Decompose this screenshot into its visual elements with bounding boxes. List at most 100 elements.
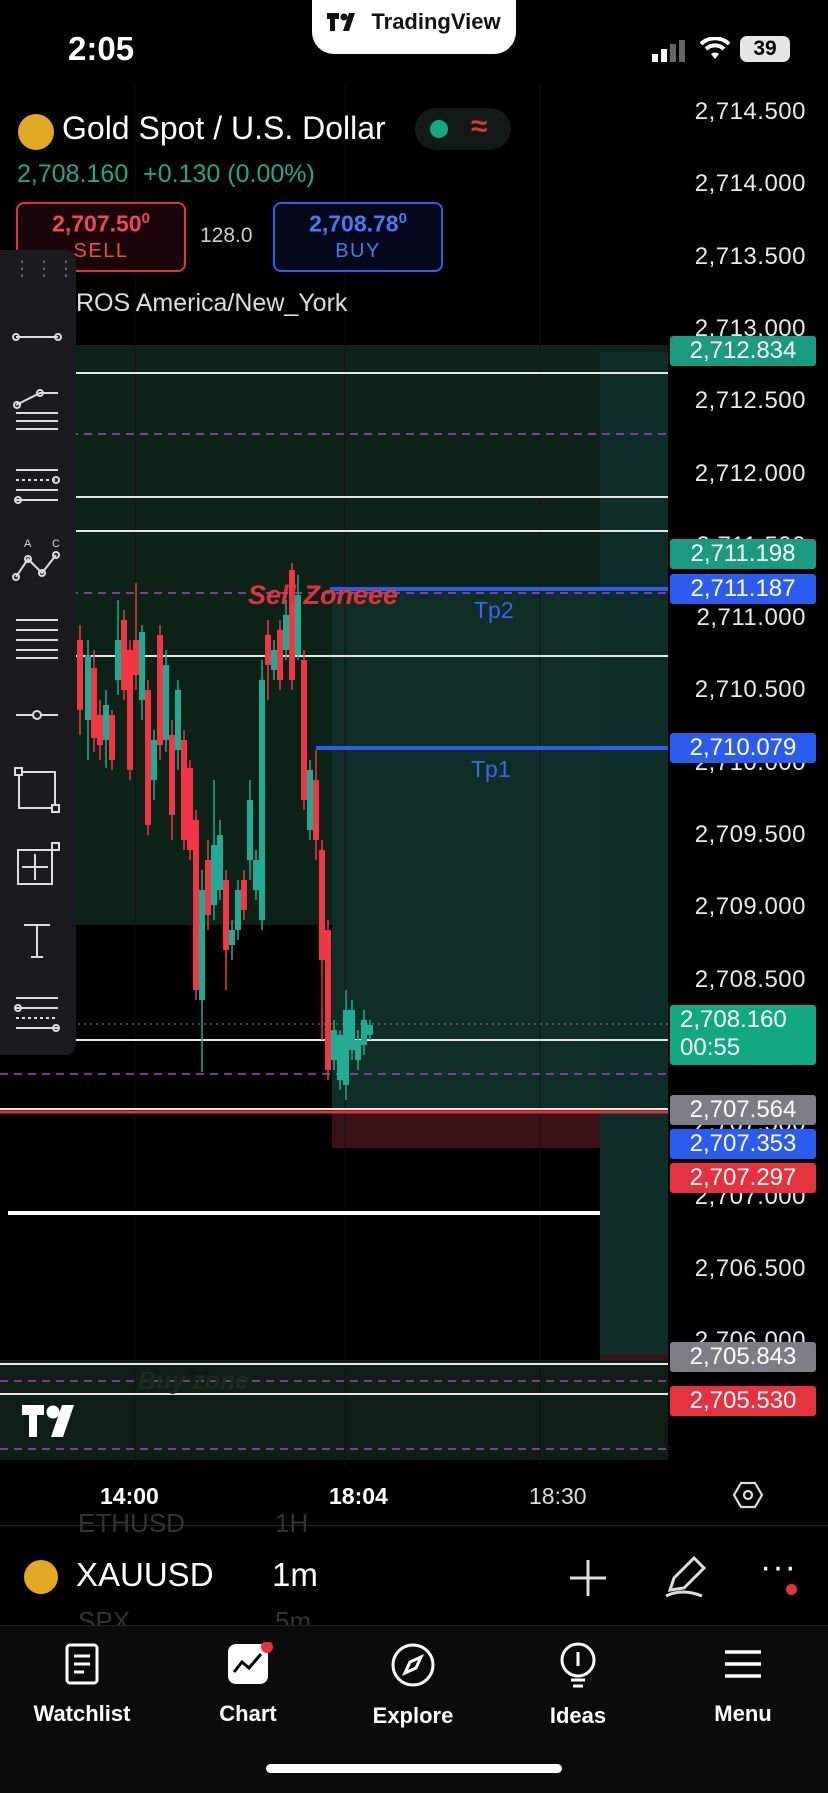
candle-body bbox=[175, 690, 181, 750]
price-tag-value: 2,707.564 bbox=[689, 1096, 797, 1123]
candle-body bbox=[157, 635, 163, 745]
candle-body bbox=[145, 690, 151, 825]
price-axis-label: 2,709.500 bbox=[694, 821, 806, 848]
candle-body bbox=[103, 705, 109, 740]
market-open-dot-icon bbox=[430, 120, 448, 138]
price-tag-value: 2,711.187 bbox=[690, 575, 796, 602]
nav-ideas[interactable]: Ideas bbox=[508, 1642, 648, 1729]
wave-icon: ≈ bbox=[471, 110, 488, 143]
candle-body bbox=[283, 615, 289, 650]
session-info: ROS America/New_York bbox=[76, 289, 348, 317]
price-change-line: 2,708.160 +0.130 (0.00%) bbox=[17, 160, 315, 189]
price-tag: 2,707.297 bbox=[670, 1163, 816, 1193]
buy-price-sup: 0 bbox=[398, 210, 407, 227]
fib-timezone-tool-icon[interactable] bbox=[12, 990, 62, 1040]
toolbar-drag-handle-icon[interactable]: ⋮⋮⋮ bbox=[12, 256, 76, 286]
price-axis-label: 2,711.000 bbox=[696, 604, 806, 632]
drawing-pen-icon[interactable] bbox=[662, 1554, 708, 1600]
fib-retracement-tool-icon[interactable] bbox=[12, 460, 62, 510]
interval-selector[interactable]: 1m bbox=[272, 1556, 318, 1594]
time-label: 18:04 bbox=[329, 1483, 388, 1509]
candle-body bbox=[223, 880, 229, 950]
candle-body bbox=[301, 660, 307, 800]
candle-body bbox=[169, 735, 175, 815]
ghost-interval-above: 1H bbox=[275, 1508, 309, 1538]
symbol-title[interactable]: Gold Spot / U.S. Dollar bbox=[62, 110, 386, 147]
price-axis-label: 2,709.000 bbox=[694, 893, 806, 921]
spread-value: 128.0 bbox=[200, 224, 253, 247]
candle-body bbox=[331, 1030, 337, 1060]
price-tag: 2,711.187 bbox=[670, 574, 816, 604]
candle-body bbox=[217, 835, 223, 890]
nav-label: Explore bbox=[372, 1703, 454, 1728]
candle-body bbox=[229, 930, 235, 945]
price-tag-value: 2,710.079 bbox=[689, 734, 797, 761]
price-axis-label: 2,712.000 bbox=[694, 459, 806, 487]
sell-price: 2,707.50 bbox=[52, 210, 142, 237]
text-tool-icon[interactable] bbox=[12, 915, 62, 965]
candle-body bbox=[97, 715, 103, 745]
price-tag: 2,707.564 bbox=[670, 1095, 816, 1125]
nav-label: Watchlist bbox=[33, 1701, 131, 1726]
buy-button[interactable]: 2,708.780 BUY bbox=[273, 202, 443, 272]
candle-body bbox=[235, 890, 241, 930]
candle-body bbox=[91, 668, 97, 738]
nav-chart[interactable]: Chart bbox=[178, 1641, 318, 1727]
svg-text:C: C bbox=[52, 538, 60, 550]
candle-body bbox=[193, 820, 199, 990]
lightbulb-icon bbox=[560, 1642, 596, 1688]
candle-body bbox=[139, 632, 145, 700]
symbol-selector[interactable]: XAUUSD bbox=[76, 1556, 214, 1594]
trendline-tool-icon[interactable] bbox=[12, 312, 62, 362]
price-tag: 2,712.834 bbox=[670, 336, 816, 366]
price-tag: 2,711.198 bbox=[670, 539, 816, 569]
fib-fan-tool-icon[interactable] bbox=[12, 385, 62, 435]
sell-price-sup: 0 bbox=[141, 210, 150, 227]
horizontal-ray-tool-icon[interactable] bbox=[12, 690, 62, 740]
brand-name: TradingView bbox=[371, 9, 501, 34]
candle-body bbox=[253, 860, 259, 890]
price-axis-label: 2,712.500 bbox=[694, 387, 806, 415]
candle-body bbox=[205, 860, 211, 915]
price-axis-label: 2,713.500 bbox=[694, 242, 806, 270]
price-tag-value: 2,712.834 bbox=[689, 337, 797, 364]
nav-explore[interactable]: Explore bbox=[343, 1642, 483, 1729]
nav-menu[interactable]: Menu bbox=[673, 1642, 813, 1727]
abcd-pattern-tool-icon[interactable]: AC bbox=[12, 535, 62, 585]
candle-body bbox=[265, 635, 271, 665]
candle-body bbox=[77, 640, 83, 710]
rectangle-tool-icon[interactable] bbox=[12, 765, 62, 815]
chart-settings-icon[interactable] bbox=[732, 1479, 764, 1511]
tradingview-brand-pill: TradingView bbox=[312, 0, 516, 54]
candle-body bbox=[115, 640, 121, 680]
candle-body bbox=[277, 630, 283, 680]
more-options-icon[interactable]: ··· bbox=[760, 1548, 797, 1587]
nav-label: Chart bbox=[219, 1701, 277, 1726]
ghost-symbol-above: ETHUSD bbox=[78, 1508, 185, 1538]
wifi-icon bbox=[699, 36, 731, 66]
price-axis-label: 2,714.500 bbox=[694, 98, 806, 125]
price-change: +0.130 (0.00%) bbox=[143, 160, 315, 188]
menu-icon bbox=[725, 1650, 761, 1678]
add-plus-icon[interactable] bbox=[568, 1558, 608, 1598]
market-status-pill[interactable]: ≈ bbox=[415, 108, 511, 150]
parallel-lines-tool-icon[interactable] bbox=[12, 612, 62, 662]
chart-icon bbox=[228, 1641, 273, 1684]
price-tag-value: 2,708.160 bbox=[680, 1006, 787, 1033]
price-tag: 2,705.843 bbox=[670, 1342, 816, 1372]
measure-tool-icon[interactable] bbox=[12, 840, 62, 890]
tradingview-logo-icon bbox=[327, 13, 356, 31]
candle-body bbox=[241, 880, 247, 910]
candle-body bbox=[355, 1040, 361, 1060]
candle-body bbox=[313, 780, 319, 840]
candle-body bbox=[349, 1010, 355, 1050]
nav-watchlist[interactable]: Watchlist bbox=[12, 1642, 152, 1727]
candle-body bbox=[307, 770, 313, 830]
watchlist-icon bbox=[65, 1643, 99, 1685]
gold-symbol-icon bbox=[24, 1560, 58, 1594]
price-tag-value: 2,707.353 bbox=[689, 1130, 797, 1157]
candle-body bbox=[163, 665, 169, 740]
candle-body bbox=[199, 890, 205, 1000]
time-label: 14:00 bbox=[100, 1483, 159, 1509]
candle-body bbox=[343, 1010, 349, 1085]
